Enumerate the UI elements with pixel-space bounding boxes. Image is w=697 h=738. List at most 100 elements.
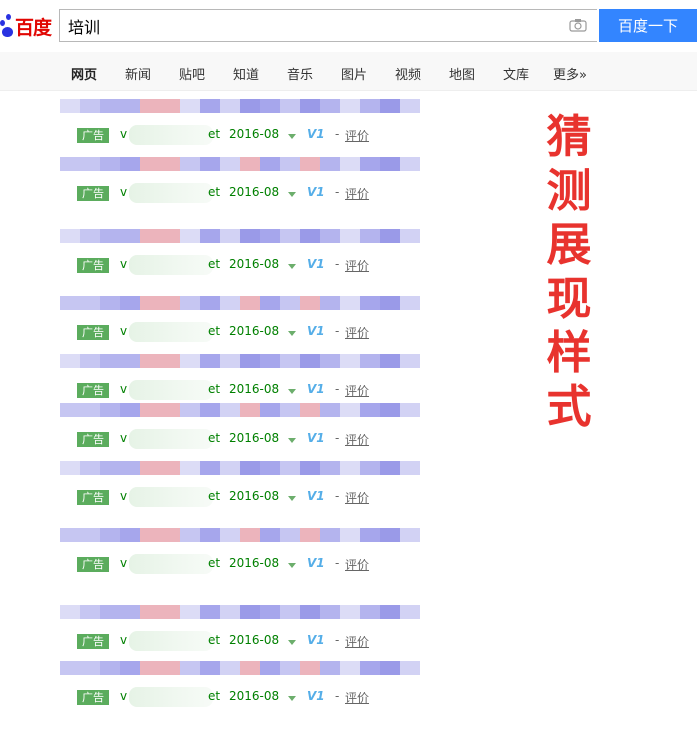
url-prefix[interactable]: v xyxy=(120,185,127,199)
mosaic-cell xyxy=(260,461,280,475)
nav-item-0[interactable]: 网页 xyxy=(71,64,97,83)
dropdown-caret-icon[interactable] xyxy=(288,640,296,645)
review-link[interactable]: 评价 xyxy=(345,633,369,650)
ad-result[interactable]: 广告 v et 2016-08 V1- 评价 xyxy=(60,528,422,578)
v1-badge-icon[interactable]: V1 xyxy=(307,689,325,703)
dropdown-caret-icon[interactable] xyxy=(288,192,296,197)
ad-badge: 广告 xyxy=(77,690,109,705)
dropdown-caret-icon[interactable] xyxy=(288,563,296,568)
review-link[interactable]: 评价 xyxy=(345,257,369,274)
mosaic-cell xyxy=(220,99,240,113)
url-suffix[interactable]: et xyxy=(208,324,220,338)
ad-result[interactable]: 广告 v et 2016-08 V1- 评价 xyxy=(60,605,422,655)
ad-result[interactable]: 广告 v et 2016-08 V1- 评价 xyxy=(60,157,422,207)
mosaic-cell xyxy=(280,229,300,243)
url-prefix[interactable]: v xyxy=(120,382,127,396)
nav-item-4[interactable]: 音乐 xyxy=(287,64,313,83)
nav-item-2[interactable]: 贴吧 xyxy=(179,64,205,83)
url-suffix[interactable]: et xyxy=(208,431,220,445)
review-link[interactable]: 评价 xyxy=(345,382,369,399)
v1-badge-icon[interactable]: V1 xyxy=(307,382,325,396)
url-suffix[interactable]: et xyxy=(208,382,220,396)
search-button[interactable]: 百度一下 xyxy=(599,9,697,42)
url-prefix[interactable]: v xyxy=(120,689,127,703)
mosaic-cell xyxy=(280,157,300,171)
blurred-title[interactable] xyxy=(60,605,420,619)
blurred-title[interactable] xyxy=(60,296,420,310)
v1-badge-icon[interactable]: V1 xyxy=(307,633,325,647)
blurred-title[interactable] xyxy=(60,403,420,417)
blurred-title[interactable] xyxy=(60,354,420,368)
mosaic-cell xyxy=(220,157,240,171)
url-suffix[interactable]: et xyxy=(208,489,220,503)
ad-result[interactable]: 广告 v et 2016-08 V1- 评价 xyxy=(60,661,422,711)
mosaic-cell xyxy=(280,661,300,675)
mosaic-cell xyxy=(180,403,200,417)
ad-result[interactable]: 广告 v et 2016-08 V1- 评价 xyxy=(60,229,422,279)
header: 百度 百度一下 xyxy=(0,0,697,52)
blurred-title[interactable] xyxy=(60,528,420,542)
review-link[interactable]: 评价 xyxy=(345,489,369,506)
ad-result[interactable]: 广告 v et 2016-08 V1- 评价 xyxy=(60,354,422,404)
blurred-title[interactable] xyxy=(60,229,420,243)
url-prefix[interactable]: v xyxy=(120,127,127,141)
dropdown-caret-icon[interactable] xyxy=(288,438,296,443)
separator: - xyxy=(335,185,340,199)
mosaic-cell xyxy=(100,528,120,542)
dropdown-caret-icon[interactable] xyxy=(288,331,296,336)
url-suffix[interactable]: et xyxy=(208,185,220,199)
ad-result[interactable]: 广告 v et 2016-08 V1- 评价 xyxy=(60,99,422,149)
search-input[interactable] xyxy=(68,10,548,41)
blurred-title[interactable] xyxy=(60,157,420,171)
search-box[interactable] xyxy=(59,9,597,42)
nav-item-5[interactable]: 图片 xyxy=(341,64,367,83)
review-link[interactable]: 评价 xyxy=(345,556,369,573)
review-link[interactable]: 评价 xyxy=(345,185,369,202)
mosaic-cell xyxy=(260,605,280,619)
review-link[interactable]: 评价 xyxy=(345,127,369,144)
url-suffix[interactable]: et xyxy=(208,556,220,570)
url-prefix[interactable]: v xyxy=(120,431,127,445)
review-link[interactable]: 评价 xyxy=(345,689,369,706)
v1-badge-icon[interactable]: V1 xyxy=(307,185,325,199)
baidu-logo[interactable]: 百度 xyxy=(0,11,52,41)
v1-badge-icon[interactable]: V1 xyxy=(307,489,325,503)
mosaic-cell xyxy=(240,403,260,417)
ad-result[interactable]: 广告 v et 2016-08 V1- 评价 xyxy=(60,403,422,453)
nav-item-9[interactable]: 更多» xyxy=(553,64,587,83)
mosaic-cell xyxy=(400,354,420,368)
url-prefix[interactable]: v xyxy=(120,257,127,271)
ad-result[interactable]: 广告 v et 2016-08 V1- 评价 xyxy=(60,461,422,511)
v1-badge-icon[interactable]: V1 xyxy=(307,257,325,271)
dropdown-caret-icon[interactable] xyxy=(288,696,296,701)
nav-item-7[interactable]: 地图 xyxy=(449,64,475,83)
url-suffix[interactable]: et xyxy=(208,633,220,647)
url-prefix[interactable]: v xyxy=(120,489,127,503)
v1-badge-icon[interactable]: V1 xyxy=(307,431,325,445)
nav-item-1[interactable]: 新闻 xyxy=(125,64,151,83)
url-prefix[interactable]: v xyxy=(120,556,127,570)
dropdown-caret-icon[interactable] xyxy=(288,496,296,501)
url-prefix[interactable]: v xyxy=(120,633,127,647)
nav-item-6[interactable]: 视频 xyxy=(395,64,421,83)
nav-item-3[interactable]: 知道 xyxy=(233,64,259,83)
review-link[interactable]: 评价 xyxy=(345,431,369,448)
ad-result[interactable]: 广告 v et 2016-08 V1- 评价 xyxy=(60,296,422,346)
url-suffix[interactable]: et xyxy=(208,689,220,703)
camera-icon[interactable] xyxy=(569,18,587,32)
v1-badge-icon[interactable]: V1 xyxy=(307,324,325,338)
url-suffix[interactable]: et xyxy=(208,127,220,141)
url-suffix[interactable]: et xyxy=(208,257,220,271)
blurred-title[interactable] xyxy=(60,99,420,113)
v1-badge-icon[interactable]: V1 xyxy=(307,556,325,570)
nav-item-8[interactable]: 文库 xyxy=(503,64,529,83)
review-link[interactable]: 评价 xyxy=(345,324,369,341)
result-meta: 广告 v et 2016-08 V1- 评价 xyxy=(60,554,422,574)
dropdown-caret-icon[interactable] xyxy=(288,264,296,269)
url-prefix[interactable]: v xyxy=(120,324,127,338)
v1-badge-icon[interactable]: V1 xyxy=(307,127,325,141)
dropdown-caret-icon[interactable] xyxy=(288,389,296,394)
blurred-title[interactable] xyxy=(60,661,420,675)
dropdown-caret-icon[interactable] xyxy=(288,134,296,139)
blurred-title[interactable] xyxy=(60,461,420,475)
